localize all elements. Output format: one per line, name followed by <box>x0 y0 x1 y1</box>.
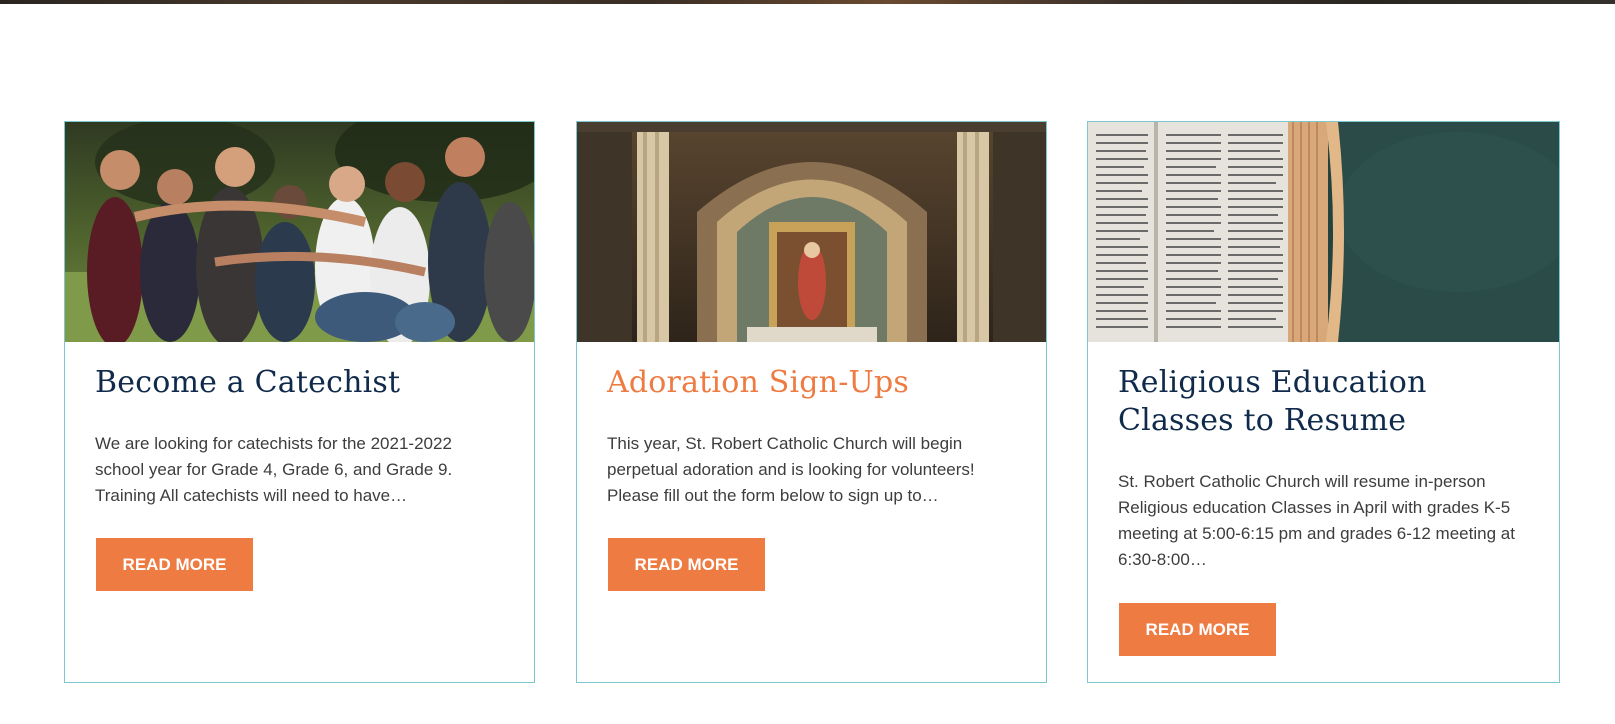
news-card-adoration: Adoration Sign-Ups This year, St. Robert… <box>576 121 1047 683</box>
card-excerpt: We are looking for catechists for the 20… <box>95 434 453 505</box>
card-excerpt: This year, St. Robert Catholic Church wi… <box>607 434 975 505</box>
news-section: Become a Catechist We are looking for ca… <box>0 0 1615 724</box>
group-hug-photo[interactable] <box>65 122 534 342</box>
open-bible-photo[interactable] <box>1088 122 1559 342</box>
hero-image-bottom-edge <box>0 0 1615 4</box>
card-title[interactable]: Become a Catechist <box>95 364 504 402</box>
card-title[interactable]: Religious Education Classes to Resume <box>1118 364 1529 440</box>
church-altar-photo[interactable] <box>577 122 1046 342</box>
read-more-button[interactable]: READ MORE <box>608 538 765 591</box>
read-more-button[interactable]: READ MORE <box>1119 603 1276 656</box>
news-card-catechist: Become a Catechist We are looking for ca… <box>64 121 535 683</box>
card-excerpt: St. Robert Catholic Church will resume i… <box>1118 472 1515 569</box>
read-more-button[interactable]: READ MORE <box>96 538 253 591</box>
news-card-religious-education: Religious Education Classes to Resume St… <box>1087 121 1560 683</box>
card-title[interactable]: Adoration Sign-Ups <box>607 364 1016 402</box>
